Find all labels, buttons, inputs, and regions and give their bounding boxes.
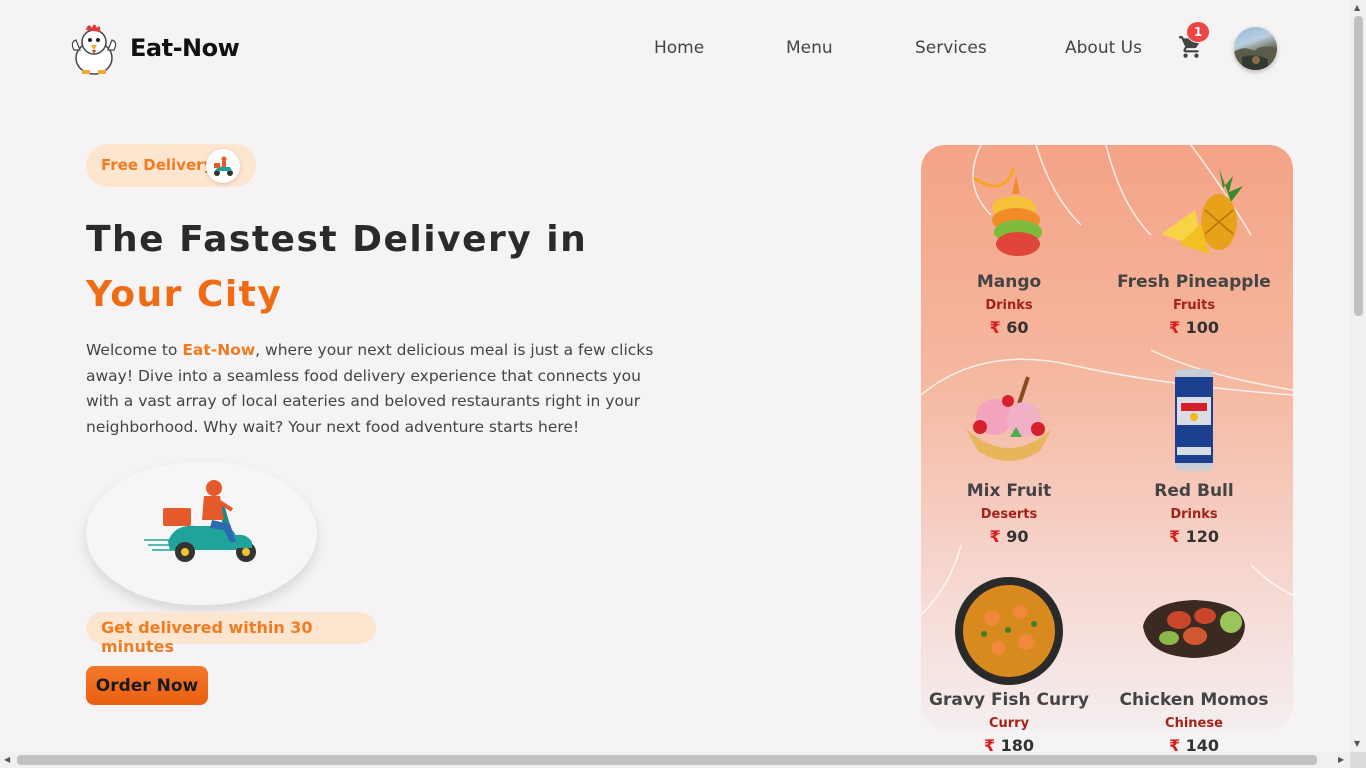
logo[interactable]: Eat-Now — [70, 20, 240, 76]
nav-home[interactable]: Home — [654, 38, 704, 58]
delivery-time-label: Get delivered within 30 minutes — [101, 618, 313, 656]
menu-item-category: Chinese — [1165, 716, 1223, 731]
red-bull-can-icon — [1175, 369, 1213, 471]
free-delivery-badge: Free Delivery — [86, 144, 256, 187]
delivery-time-badge: Get delivered within 30 minutes — [86, 612, 376, 656]
menu-item-red-bull[interactable]: Red Bull Drinks ₹ 120 — [1101, 367, 1287, 546]
menu-item-category: Fruits — [1172, 298, 1216, 313]
price-value: 120 — [1185, 527, 1220, 546]
hero-headline: The Fastest Delivery in Your City — [86, 212, 686, 322]
menu-item-name: Mango — [976, 272, 1042, 292]
free-delivery-label: Free Delivery — [101, 156, 214, 174]
scroll-up-icon[interactable]: ▲ — [1354, 3, 1360, 12]
menu-item-price: ₹ 90 — [916, 527, 1102, 546]
header: Eat-Now Home Menu Services About Us 1 — [0, 0, 1350, 96]
rupee-icon: ₹ — [1168, 527, 1181, 546]
price-value: 60 — [1006, 318, 1029, 337]
mango-drink-icon — [973, 167, 1042, 256]
ice-cream-icon — [966, 376, 1052, 461]
brand-name: Eat-Now — [130, 34, 240, 62]
chicken-momos-icon — [1143, 600, 1245, 658]
scroll-down-icon[interactable]: ▼ — [1354, 739, 1360, 748]
menu-item-price: ₹ 100 — [1101, 318, 1287, 337]
order-now-button[interactable]: Order Now — [86, 666, 208, 705]
menu-item-category: Drinks — [1170, 507, 1218, 522]
menu-item-name: Gravy Fish Curry — [929, 690, 1089, 710]
scooter-illustration — [86, 462, 317, 605]
menu-item-category: Drinks — [985, 298, 1033, 313]
delivery-scooter-icon — [144, 480, 256, 562]
price-value: 100 — [1185, 318, 1220, 337]
menu-item-mango[interactable]: Mango Drinks ₹ 60 — [916, 158, 1102, 337]
menu-item-gravy-fish-curry[interactable]: Gravy Fish Curry Curry ₹ 180 — [916, 576, 1102, 755]
avatar[interactable] — [1234, 27, 1277, 70]
menu-item-category: Curry — [988, 716, 1030, 731]
menu-item-name: Red Bull — [1154, 481, 1234, 501]
menu-item-name: Chicken Momos — [1119, 690, 1269, 710]
menu-item-chicken-momos[interactable]: Chicken Momos Chinese ₹ 140 — [1101, 576, 1287, 755]
scooter-mini-icon — [206, 149, 240, 183]
cart-count-badge: 1 — [1186, 21, 1210, 43]
menu-item-category: Deserts — [980, 507, 1038, 522]
rupee-icon: ₹ — [1168, 318, 1181, 337]
menu-item-price: ₹ 120 — [1101, 527, 1287, 546]
scrollbar-corner — [1350, 752, 1366, 768]
menu-item-price: ₹ 60 — [916, 318, 1102, 337]
menu-item-name: Fresh Pineapple — [1117, 272, 1271, 292]
hero-intro: Welcome to Eat-Now, where your next deli… — [86, 338, 676, 440]
chicken-mascot-icon — [71, 24, 117, 75]
rupee-icon: ₹ — [989, 527, 1001, 546]
nav-about-us[interactable]: About Us — [1065, 38, 1142, 58]
rupee-icon: ₹ — [989, 318, 1001, 337]
headline-accent: Your City — [86, 274, 283, 315]
nav-services[interactable]: Services — [915, 38, 987, 58]
pineapple-icon — [1161, 168, 1243, 254]
menu-item-fresh-pineapple[interactable]: Fresh Pineapple Fruits ₹ 100 — [1101, 158, 1287, 337]
menu-item-mix-fruit[interactable]: Mix Fruit Deserts ₹ 90 — [916, 367, 1102, 546]
headline-text: The Fastest Delivery in — [86, 219, 588, 260]
fish-curry-icon — [955, 577, 1063, 685]
price-value: 90 — [1006, 527, 1029, 546]
intro-brand: Eat-Now — [182, 341, 256, 359]
intro-prefix: Welcome to — [86, 341, 183, 359]
scroll-right-icon[interactable]: ▶ — [1338, 755, 1344, 764]
scroll-left-icon[interactable]: ◀ — [4, 755, 10, 764]
horizontal-scroll-thumb[interactable] — [17, 755, 1317, 765]
nav-menu[interactable]: Menu — [786, 38, 833, 58]
vertical-scroll-thumb[interactable] — [1354, 16, 1363, 316]
menu-item-name: Mix Fruit — [966, 481, 1052, 501]
